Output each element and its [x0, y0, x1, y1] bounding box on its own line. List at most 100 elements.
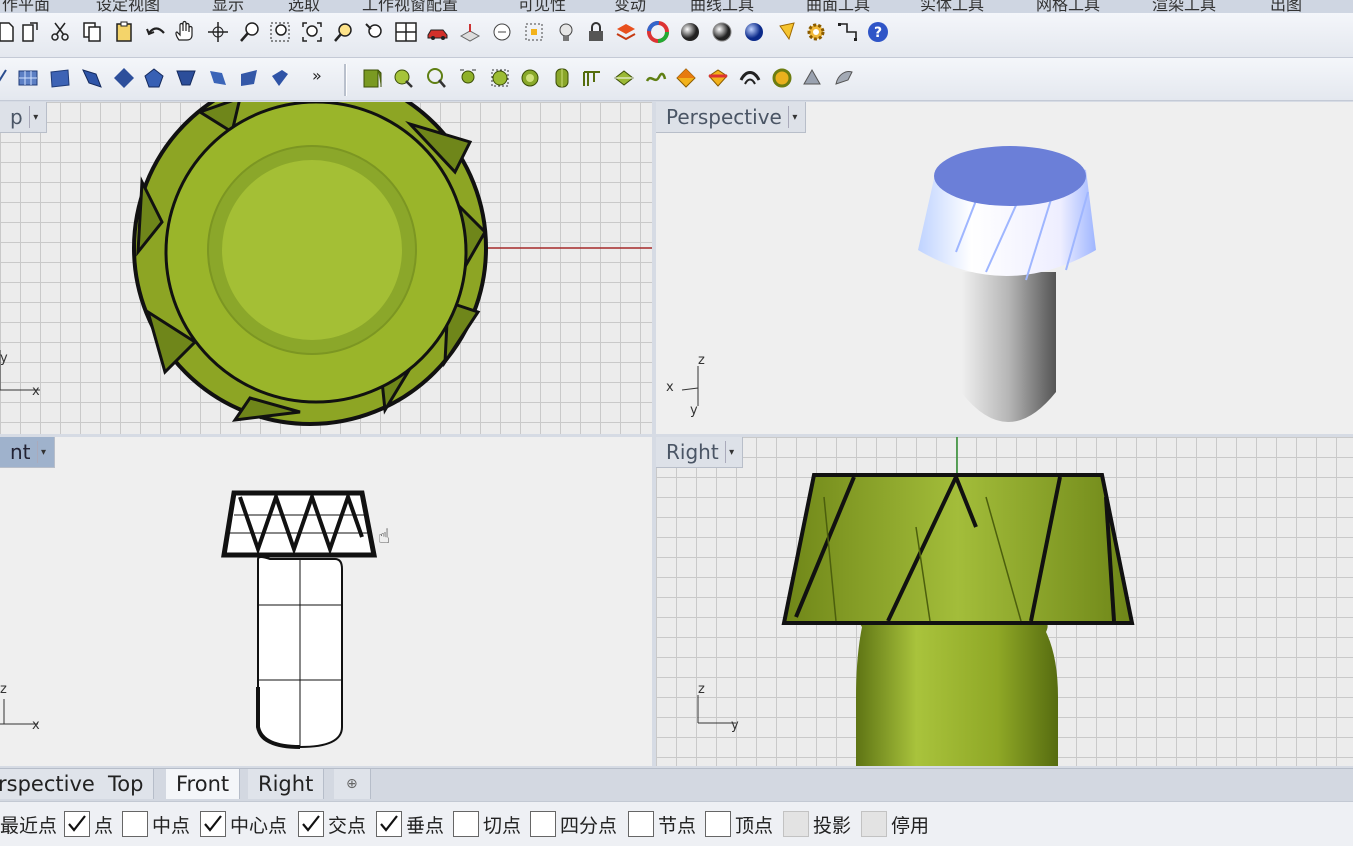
tab-display[interactable]: 显示: [212, 0, 244, 13]
more-tools-button[interactable]: »: [312, 66, 322, 85]
viewport-menu-dropdown[interactable]: ▾: [36, 441, 50, 463]
car-render-icon[interactable]: [426, 20, 450, 44]
osnap-vertex[interactable]: 顶点: [705, 810, 773, 838]
zoom-selected-icon[interactable]: [332, 20, 356, 44]
tab-top[interactable]: Top: [98, 769, 155, 799]
surface-network-icon[interactable]: [112, 66, 136, 90]
tab-layout[interactable]: 出图: [1270, 0, 1302, 13]
solid-pipe-icon[interactable]: [518, 66, 542, 90]
help-icon[interactable]: ?: [866, 20, 890, 44]
add-tab-button[interactable]: ⊕: [334, 769, 371, 799]
tab-select[interactable]: 选取: [288, 0, 320, 13]
light-bulb-icon[interactable]: [554, 20, 578, 44]
tab-front[interactable]: Front: [166, 769, 241, 799]
solid-sphere-icon[interactable]: [424, 66, 448, 90]
color-wheel-icon[interactable]: [646, 20, 670, 44]
four-viewports-icon[interactable]: [394, 20, 418, 44]
osnap-center[interactable]: 中心点: [200, 810, 287, 838]
surface-pentagon-icon[interactable]: [142, 66, 166, 90]
surface-sweep-icon[interactable]: [80, 66, 104, 90]
blue-sphere-icon[interactable]: [742, 20, 766, 44]
solid-extrude-icon[interactable]: [550, 66, 574, 90]
tab-solid-tools[interactable]: 实体工具: [920, 0, 984, 13]
template-icon[interactable]: [18, 20, 42, 44]
solid-union-icon[interactable]: [580, 66, 604, 90]
shaded-sphere-icon[interactable]: [678, 20, 702, 44]
osnap-perpendicular[interactable]: 垂点: [376, 810, 444, 838]
zoom-dynamic-icon[interactable]: [362, 20, 386, 44]
named-view-icon[interactable]: [458, 20, 482, 44]
viewport-perspective-title[interactable]: Perspective ▾: [656, 102, 806, 133]
cplane-icon[interactable]: [490, 20, 514, 44]
osnap-knot[interactable]: 节点: [628, 810, 696, 838]
osnap-intersection[interactable]: 交点: [298, 810, 366, 838]
checkbox-checked-icon[interactable]: [298, 811, 324, 837]
tab-transform[interactable]: 变动: [614, 0, 646, 13]
snap-grid-icon[interactable]: [522, 20, 546, 44]
lock-icon[interactable]: [584, 20, 608, 44]
surface-fillet-icon[interactable]: [268, 66, 292, 90]
surface-patch-icon[interactable]: [48, 66, 72, 90]
tab-mesh-tools[interactable]: 网格工具: [1036, 0, 1100, 13]
tab-render-tools[interactable]: 渲染工具: [1152, 0, 1216, 13]
polyline-select-icon[interactable]: [836, 20, 860, 44]
viewport-top-title[interactable]: p ▾: [0, 102, 47, 133]
surface-grid-icon[interactable]: [16, 66, 40, 90]
viewport-perspective[interactable]: Perspective ▾ z x y: [656, 102, 1353, 434]
new-file-icon[interactable]: [0, 20, 18, 44]
surface-extend-icon[interactable]: [238, 66, 262, 90]
settings-gear-icon[interactable]: [804, 20, 828, 44]
viewport-front-title[interactable]: nt ▾: [0, 437, 55, 468]
tab-visibility[interactable]: 可见性: [518, 0, 566, 13]
tab-viewport-layout[interactable]: 工作视窗配置: [362, 0, 458, 13]
solid-offset-icon[interactable]: [770, 66, 794, 90]
osnap-project[interactable]: 投影: [783, 810, 851, 838]
viewport-front[interactable]: nt ▾ ☝ z x: [0, 437, 652, 766]
solid-fillet-icon[interactable]: [674, 66, 698, 90]
tab-workplane[interactable]: 作平面: [2, 0, 50, 13]
tab-curve-tools[interactable]: 曲线工具: [690, 0, 754, 13]
tab-set-view[interactable]: 设定视图: [96, 0, 160, 13]
solid-box-icon[interactable]: [360, 66, 384, 90]
solid-cone-icon[interactable]: [456, 66, 480, 90]
undo-icon[interactable]: [144, 20, 168, 44]
checkbox-unchecked-icon[interactable]: [628, 811, 654, 837]
solid-explode-icon[interactable]: [800, 66, 824, 90]
solid-torus-icon[interactable]: [488, 66, 512, 90]
solid-difference-icon[interactable]: [612, 66, 636, 90]
osnap-midpoint[interactable]: 中点: [122, 810, 190, 838]
solid-shell-icon[interactable]: [706, 66, 730, 90]
zoom-extents-icon[interactable]: [300, 20, 324, 44]
rotate-view-icon[interactable]: [206, 20, 230, 44]
checkbox-checked-icon[interactable]: [376, 811, 402, 837]
osnap-disable[interactable]: 停用: [861, 810, 929, 838]
copy-icon[interactable]: [80, 20, 104, 44]
pan-hand-icon[interactable]: [172, 20, 196, 44]
osnap-quadrant[interactable]: 四分点: [530, 810, 617, 838]
tab-surface-tools[interactable]: 曲面工具: [806, 0, 870, 13]
surface-loft-icon[interactable]: [174, 66, 198, 90]
checkbox-unchecked-icon[interactable]: [122, 811, 148, 837]
solid-intersect-icon[interactable]: [644, 66, 668, 90]
layer-icon[interactable]: [614, 20, 638, 44]
viewport-top[interactable]: p ▾ y x: [0, 102, 652, 434]
viewport-right-title[interactable]: Right ▾: [656, 437, 743, 468]
checkbox-unchecked-icon[interactable]: [530, 811, 556, 837]
highlight-icon[interactable]: [776, 20, 800, 44]
checkbox-disabled-icon[interactable]: [861, 811, 887, 837]
viewport-right[interactable]: Right ▾ z y: [656, 437, 1353, 766]
checkbox-disabled-icon[interactable]: [783, 811, 809, 837]
checkbox-checked-icon[interactable]: [200, 811, 226, 837]
checkbox-checked-icon[interactable]: [64, 811, 90, 837]
tab-right[interactable]: Right: [248, 769, 325, 799]
solid-split-icon[interactable]: [832, 66, 856, 90]
checkbox-unchecked-icon[interactable]: [705, 811, 731, 837]
surface-blend-icon[interactable]: [206, 66, 230, 90]
rendered-sphere-icon[interactable]: [710, 20, 734, 44]
zoom-icon[interactable]: [238, 20, 262, 44]
zoom-window-icon[interactable]: [268, 20, 292, 44]
checkbox-unchecked-icon[interactable]: [453, 811, 479, 837]
osnap-tangent[interactable]: 切点: [453, 810, 521, 838]
viewport-menu-dropdown[interactable]: ▾: [28, 106, 42, 128]
tab-perspective[interactable]: rspective: [0, 769, 106, 799]
